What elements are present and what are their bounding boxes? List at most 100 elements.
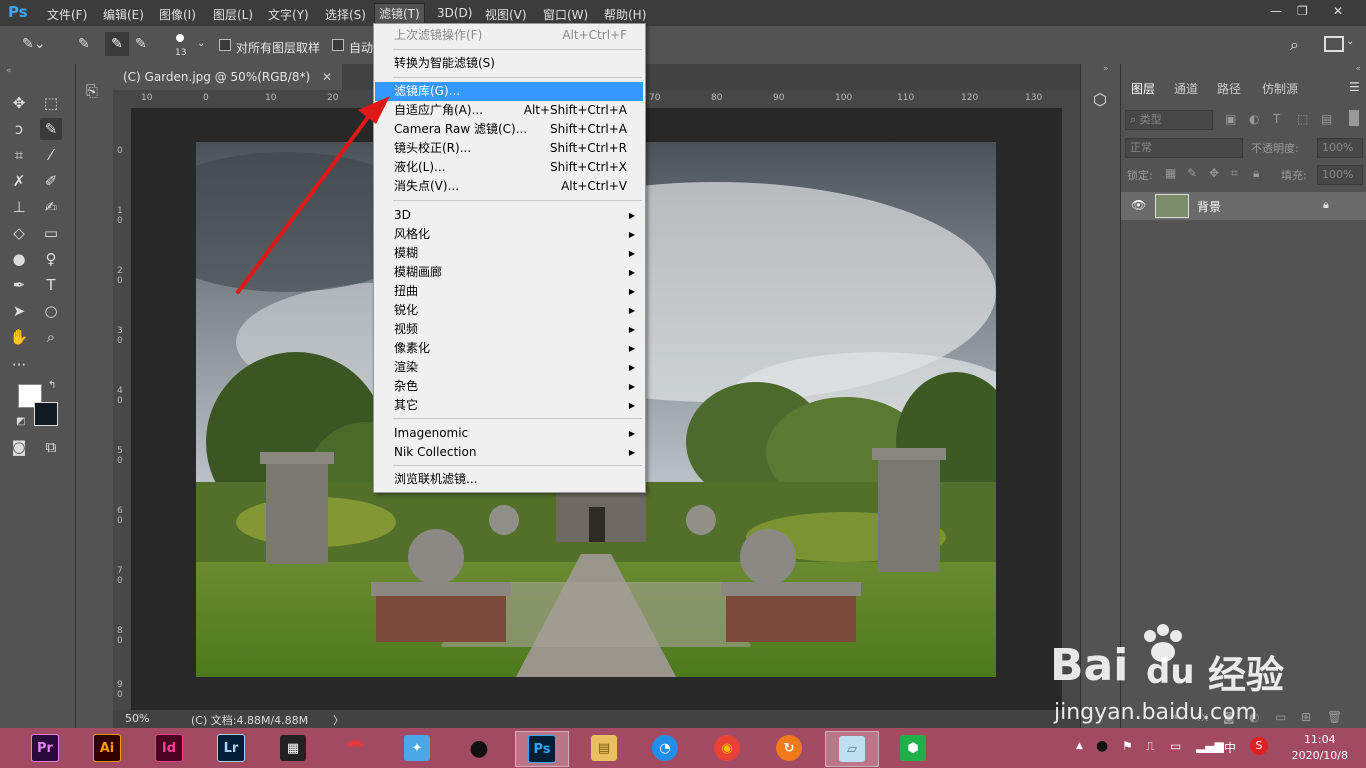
add-selection-brush-icon[interactable]: ✎ [105,32,129,56]
background-color-swatch[interactable] [34,402,58,426]
ellipse-tool-icon[interactable]: ○ [40,300,62,322]
vertical-scrollbar[interactable] [1062,108,1080,710]
menu-item-noise[interactable]: 杂色 ▶ [375,377,643,396]
taskbar-illustrator[interactable]: Ai [87,731,127,765]
menu-filter[interactable]: 滤镜(T) [374,3,425,25]
menu-file[interactable]: 文件(F) [47,6,87,23]
layer-name[interactable]: 背景 [1197,198,1221,215]
taskbar-chrome[interactable]: ◉ [707,731,747,765]
tray-expand-icon[interactable]: ▲ [1076,741,1083,751]
eraser-tool-icon[interactable]: ◇ [8,222,30,244]
taskbar-umbrella-app[interactable]: ☂ [335,731,375,765]
quick-mask-icon[interactable]: ◙ [8,436,30,458]
menu-item-video[interactable]: 视频 ▶ [375,320,643,339]
menu-item-browse-online-filters[interactable]: 浏览联机滤镜... [375,470,643,489]
menu-type[interactable]: 文字(Y) [268,6,309,23]
lock-image-icon[interactable]: ✎ [1187,166,1197,180]
menu-item-liquify[interactable]: 液化(L)... Shift+Ctrl+X [375,158,643,177]
panel-menu-icon[interactable]: ☰ [1349,80,1360,94]
crop-tool-icon[interactable]: ⌗ [8,144,30,166]
zoom-tool-icon[interactable]: ⌕ [40,326,62,348]
workspace-icon[interactable] [1324,36,1344,52]
taskbar-lightroom[interactable]: Lr [211,731,251,765]
taskbar-browser-q[interactable]: ◔ [645,731,685,765]
brush-dropdown-icon[interactable]: ⌄ [197,38,205,49]
lasso-tool-icon[interactable]: ↄ [8,118,30,140]
document-tab[interactable]: (C) Garden.jpg @ 50%(RGB/8*) ✕ [113,64,343,90]
menu-item-last-filter[interactable]: 上次滤镜操作(F) Alt+Ctrl+F [375,26,643,45]
menu-view[interactable]: 视图(V) [485,6,527,23]
minimize-icon[interactable]: — [1270,4,1282,18]
lock-all-icon[interactable]: 🔒︎ [1253,166,1259,181]
menu-item-sharpen[interactable]: 锐化 ▶ [375,301,643,320]
blur-tool-icon[interactable]: ● [8,248,30,270]
path-selection-tool-icon[interactable]: ➤ [8,300,30,322]
menu-help[interactable]: 帮助(H) [604,6,646,23]
shape-filter-icon[interactable]: ⬚ [1297,112,1308,126]
swap-colors-icon[interactable]: ↰ [48,380,56,391]
tray-usb-icon[interactable]: ⎍ [1146,739,1154,754]
history-panel-icon[interactable]: ⎘ [86,82,98,100]
menu-item-distort[interactable]: 扭曲 ▶ [375,282,643,301]
taskbar-notes-app[interactable]: ▱ [825,731,879,767]
menu-layer[interactable]: 图层(L) [213,6,253,23]
auto-enhance-checkbox[interactable] [332,39,344,51]
filter-toggle[interactable] [1349,110,1359,126]
menu-item-other[interactable]: 其它 ▶ [375,396,643,415]
sample-all-layers-checkbox[interactable] [219,39,231,51]
tray-signal-icon[interactable]: ▂▄▆ [1196,739,1224,753]
tab-clone-source[interactable]: 仿制源 [1262,80,1298,97]
fill-input[interactable]: 100% [1317,165,1363,185]
restore-icon[interactable]: ❐ [1297,4,1308,18]
default-colors-icon[interactable]: ◩ [16,416,25,427]
menu-item-filter-gallery[interactable]: 滤镜库(G)... [375,82,643,101]
menu-item-blur-gallery[interactable]: 模糊画廊 ▶ [375,263,643,282]
hand-tool-icon[interactable]: ✋ [8,326,30,348]
visibility-eye-icon[interactable]: 👁︎ [1131,198,1146,212]
tray-qq-icon[interactable]: ● [1096,738,1108,754]
history-brush-tool-icon[interactable]: ✍ [40,196,62,218]
move-tool-icon[interactable]: ✥ [8,92,30,114]
taskbar-chat-app[interactable]: ✦ [397,731,437,765]
taskbar-clock[interactable]: 11:04 2020/10/8 [1292,732,1348,764]
smart-object-filter-icon[interactable]: ▤ [1321,112,1332,126]
lock-transparent-icon[interactable]: ▦ [1165,166,1176,180]
collapse-icon[interactable]: « [6,66,12,76]
workspace-dropdown-icon[interactable]: ⌄ [1346,36,1354,47]
type-filter-icon[interactable]: T [1273,112,1280,126]
pixel-filter-icon[interactable]: ▣ [1225,112,1236,126]
menu-item-pixelate[interactable]: 像素化 ▶ [375,339,643,358]
tray-monitor-icon[interactable]: ▭ [1170,739,1181,753]
quick-selection-tool-icon[interactable]: ✎ [40,118,62,140]
taskbar-file-explorer[interactable]: ▤ [578,731,630,765]
menu-item-3d[interactable]: 3D ▶ [375,206,643,225]
type-tool-icon[interactable]: T [40,274,62,296]
taskbar-indesign[interactable]: Id [149,731,189,765]
menu-edit[interactable]: 编辑(E) [103,6,144,23]
menu-image[interactable]: 图像(I) [159,6,196,23]
close-icon[interactable]: ✕ [1333,4,1343,18]
taskbar-orange-app[interactable]: ↻ [769,731,809,765]
brush-tip-icon[interactable] [176,34,184,42]
tab-paths[interactable]: 路径 [1217,80,1241,97]
menu-item-stylize[interactable]: 风格化 ▶ [375,225,643,244]
menu-3d[interactable]: 3D(D) [437,6,472,20]
taskbar-green-app[interactable]: ⬢ [893,731,933,765]
adjustment-filter-icon[interactable]: ◐ [1249,112,1259,126]
marquee-tool-icon[interactable]: ⬚ [40,92,62,114]
menu-item-camera-raw[interactable]: Camera Raw 滤镜(C)... Shift+Ctrl+A [375,120,643,139]
tray-network-flag-icon[interactable]: ⚑ [1122,739,1133,753]
menu-item-render[interactable]: 渲染 ▶ [375,358,643,377]
new-selection-brush-icon[interactable]: ✎ [78,36,90,52]
menu-item-nik-collection[interactable]: Nik Collection ▶ [375,443,643,462]
close-tab-icon[interactable]: ✕ [322,70,332,84]
lock-artboard-icon[interactable]: ⌗ [1231,166,1238,181]
menu-item-vanishing-point[interactable]: 消失点(V)... Alt+Ctrl+V [375,177,643,196]
vertical-ruler[interactable]: 0 1 0 2 0 3 0 4 0 5 0 6 0 7 0 8 0 9 0 [113,108,132,710]
brush-preset-icon[interactable]: ✎⌄ [22,36,45,52]
taskbar-video-player[interactable]: ▦ [273,731,313,765]
clone-stamp-tool-icon[interactable]: ⊥ [8,196,30,218]
ime-indicator[interactable]: 中 [1224,739,1236,756]
lock-position-icon[interactable]: ✥ [1209,166,1219,180]
opacity-input[interactable]: 100% [1317,138,1363,158]
